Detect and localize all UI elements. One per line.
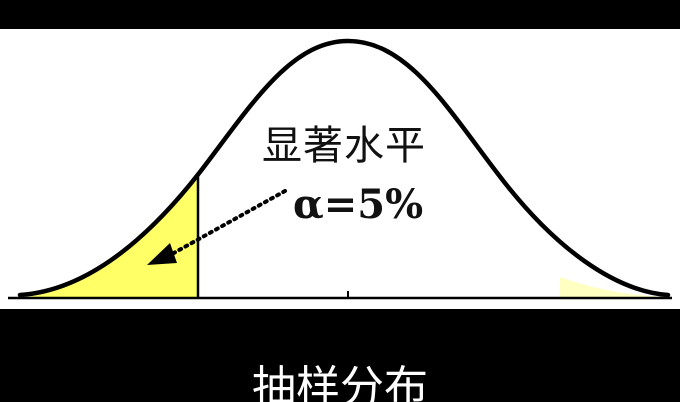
caption-text: 抽样分布	[252, 362, 428, 402]
alpha-value-label: α=5%	[293, 181, 424, 228]
rejection-region	[20, 175, 198, 298]
image-frame: 显著水平 α=5% 抽样分布	[0, 0, 680, 402]
significance-level-label: 显著水平	[262, 123, 426, 169]
